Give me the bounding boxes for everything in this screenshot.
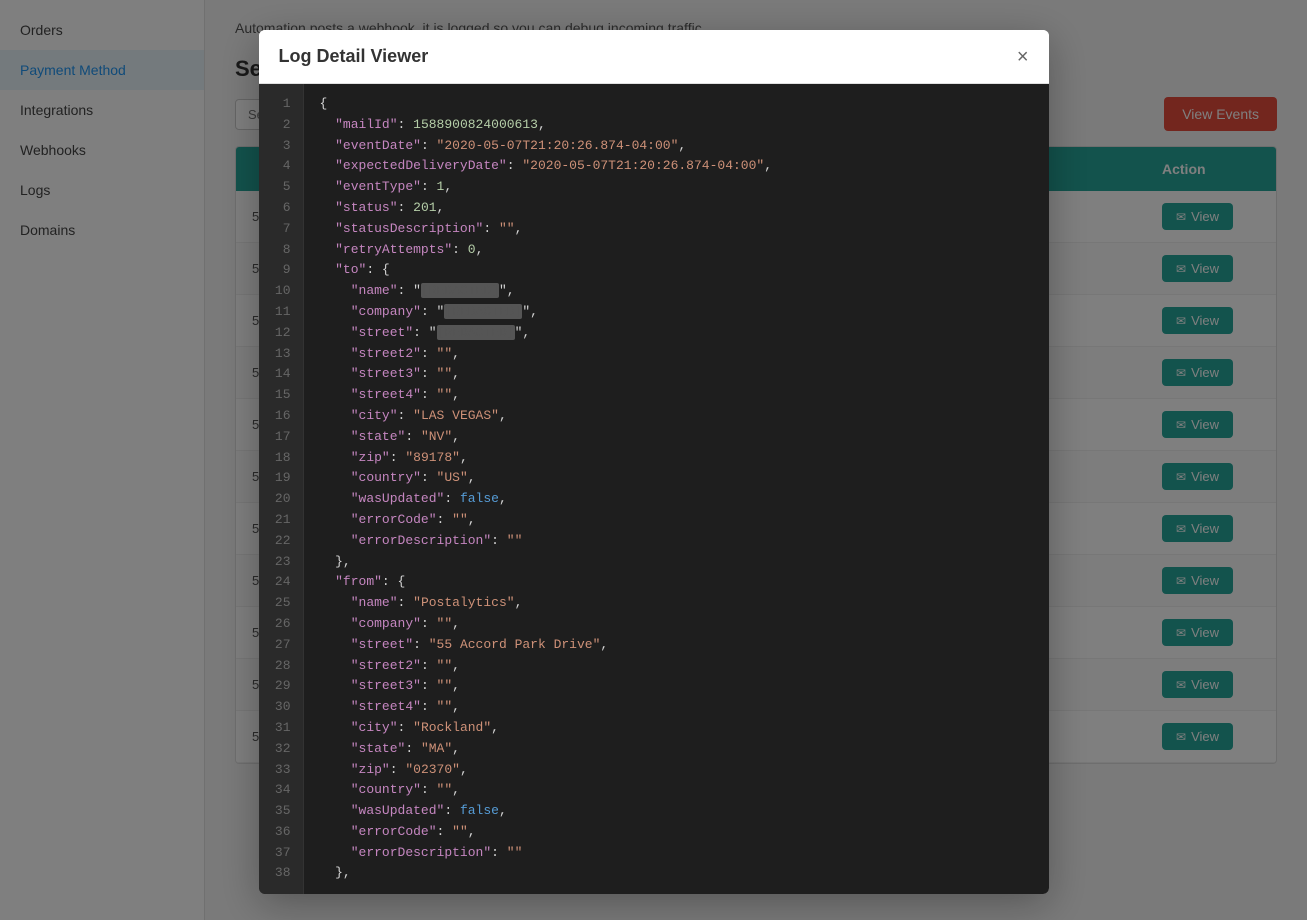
line-number: 5: [271, 177, 291, 198]
line-number: 38: [271, 863, 291, 884]
code-line: "errorCode": "",: [320, 510, 1033, 531]
code-line: "mailId": 1588900824000613,: [320, 115, 1033, 136]
line-number: 2: [271, 115, 291, 136]
line-number: 11: [271, 302, 291, 323]
line-number: 1: [271, 94, 291, 115]
log-detail-modal: Log Detail Viewer × 12345678910111213141…: [259, 30, 1049, 894]
line-number: 32: [271, 739, 291, 760]
code-line: "country": "US",: [320, 468, 1033, 489]
code-line: "state": "NV",: [320, 427, 1033, 448]
line-number: 25: [271, 593, 291, 614]
line-number: 17: [271, 427, 291, 448]
line-number: 34: [271, 780, 291, 801]
code-block: 1234567891011121314151617181920212223242…: [259, 84, 1049, 894]
line-number: 6: [271, 198, 291, 219]
code-line: {: [320, 94, 1033, 115]
code-line: "street": "[REDACTED]",: [320, 323, 1033, 344]
code-line: "street3": "",: [320, 364, 1033, 385]
line-number: 15: [271, 385, 291, 406]
code-line: "wasUpdated": false,: [320, 489, 1033, 510]
line-number: 7: [271, 219, 291, 240]
line-number: 21: [271, 510, 291, 531]
line-number: 12: [271, 323, 291, 344]
line-number: 10: [271, 281, 291, 302]
code-line: "street4": "",: [320, 697, 1033, 718]
code-line: "city": "Rockland",: [320, 718, 1033, 739]
line-number: 9: [271, 260, 291, 281]
line-number: 28: [271, 656, 291, 677]
line-number: 30: [271, 697, 291, 718]
line-number: 20: [271, 489, 291, 510]
code-line: "street": "55 Accord Park Drive",: [320, 635, 1033, 656]
line-number: 4: [271, 156, 291, 177]
line-number: 29: [271, 676, 291, 697]
line-number: 31: [271, 718, 291, 739]
line-number: 16: [271, 406, 291, 427]
code-line: "eventType": 1,: [320, 177, 1033, 198]
line-number: 13: [271, 344, 291, 365]
code-line: "from": {: [320, 572, 1033, 593]
code-line: "errorDescription": "": [320, 531, 1033, 552]
modal-title: Log Detail Viewer: [279, 46, 429, 67]
line-number: 8: [271, 240, 291, 261]
line-number: 3: [271, 136, 291, 157]
code-line: "street2": "",: [320, 344, 1033, 365]
line-number: 24: [271, 572, 291, 593]
code-line: },: [320, 552, 1033, 573]
line-number: 27: [271, 635, 291, 656]
code-line: "status": 201,: [320, 198, 1033, 219]
line-number: 18: [271, 448, 291, 469]
code-line: "zip": "02370",: [320, 760, 1033, 781]
code-line: "errorDescription": "": [320, 843, 1033, 864]
line-number: 37: [271, 843, 291, 864]
line-number: 23: [271, 552, 291, 573]
code-line: "city": "LAS VEGAS",: [320, 406, 1033, 427]
modal-header: Log Detail Viewer ×: [259, 30, 1049, 84]
line-number: 22: [271, 531, 291, 552]
code-line: "retryAttempts": 0,: [320, 240, 1033, 261]
line-number: 14: [271, 364, 291, 385]
line-number: 26: [271, 614, 291, 635]
code-line: "name": "[REDACTED]",: [320, 281, 1033, 302]
code-line: "country": "",: [320, 780, 1033, 801]
line-number: 19: [271, 468, 291, 489]
code-line: "street3": "",: [320, 676, 1033, 697]
code-line: "statusDescription": "",: [320, 219, 1033, 240]
line-numbers: 1234567891011121314151617181920212223242…: [259, 84, 304, 894]
code-line: "name": "Postalytics",: [320, 593, 1033, 614]
modal-close-button[interactable]: ×: [1017, 47, 1029, 67]
code-line: "to": {: [320, 260, 1033, 281]
line-number: 33: [271, 760, 291, 781]
line-number: 35: [271, 801, 291, 822]
code-line: "street2": "",: [320, 656, 1033, 677]
code-content: { "mailId": 1588900824000613, "eventDate…: [304, 84, 1049, 894]
modal-body: 1234567891011121314151617181920212223242…: [259, 84, 1049, 894]
code-line: "state": "MA",: [320, 739, 1033, 760]
code-line: "eventDate": "2020-05-07T21:20:26.874-04…: [320, 136, 1033, 157]
modal-overlay: Log Detail Viewer × 12345678910111213141…: [0, 0, 1307, 920]
code-line: "company": "",: [320, 614, 1033, 635]
code-line: "zip": "89178",: [320, 448, 1033, 469]
code-line: },: [320, 863, 1033, 884]
line-number: 36: [271, 822, 291, 843]
code-line: "wasUpdated": false,: [320, 801, 1033, 822]
code-line: "expectedDeliveryDate": "2020-05-07T21:2…: [320, 156, 1033, 177]
code-line: "street4": "",: [320, 385, 1033, 406]
code-line: "company": "[REDACTED]",: [320, 302, 1033, 323]
code-line: "errorCode": "",: [320, 822, 1033, 843]
